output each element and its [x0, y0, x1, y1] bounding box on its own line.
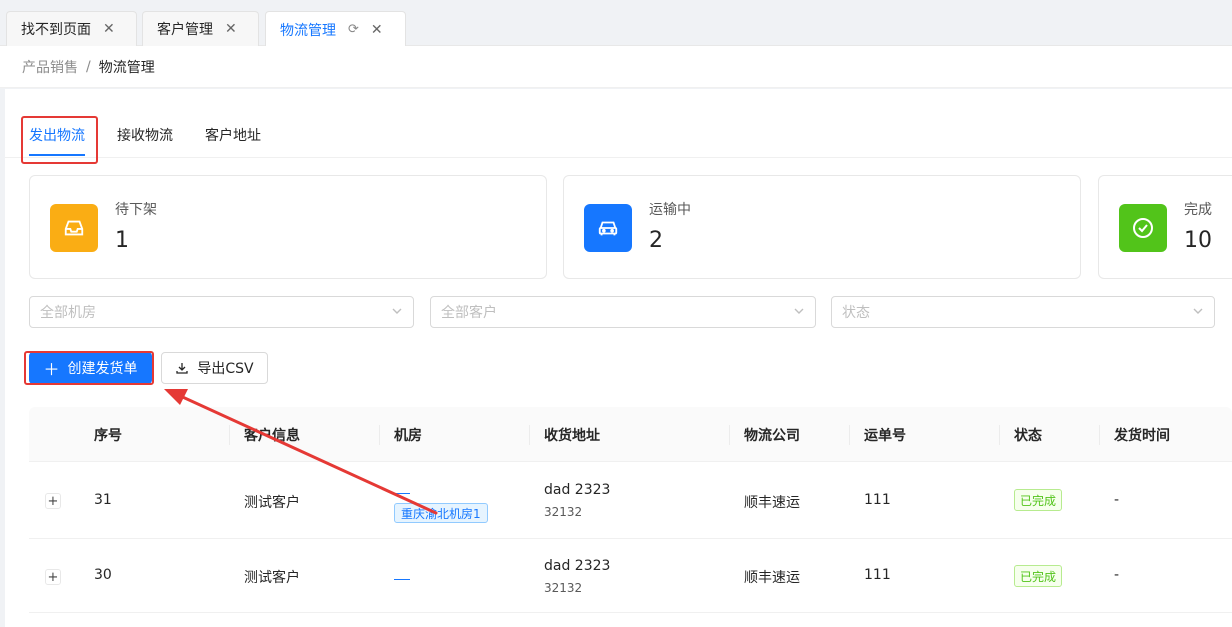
row-address-sub: 32132	[544, 505, 583, 519]
breadcrumb-separator: /	[86, 58, 91, 75]
row-tracking: 111	[864, 492, 891, 508]
expand-row-button[interactable]: +	[45, 569, 61, 585]
row-address: dad 2323	[544, 482, 611, 498]
refresh-icon[interactable]: ⟳	[348, 22, 359, 37]
status-badge: 已完成	[1014, 565, 1063, 587]
annotation-box-create	[24, 351, 154, 385]
row-id: 31	[94, 492, 112, 508]
column-divider	[1099, 425, 1100, 445]
tab-label: 找不到页面	[21, 22, 91, 38]
column-divider	[529, 425, 530, 445]
column-header: 机房	[394, 428, 422, 444]
export-csv-button[interactable]: 导出CSV	[161, 352, 268, 384]
stat-card-pending: 待下架 1	[29, 175, 547, 279]
stat-value: 10	[1184, 228, 1212, 253]
tab-logistics-management[interactable]: 物流管理 ⟳ ✕	[265, 11, 406, 47]
status-select[interactable]: 状态	[831, 296, 1215, 328]
tab-bar: 找不到页面 ✕ 客户管理 ✕ 物流管理 ⟳ ✕	[0, 0, 1232, 47]
main-content: 发出物流 接收物流 客户地址 待下架 1 运输中 2 完成 10 全部机房 全部…	[5, 89, 1232, 627]
export-csv-label: 导出CSV	[197, 361, 254, 377]
breadcrumb-parent[interactable]: 产品销售	[22, 57, 78, 77]
stat-value: 2	[649, 228, 663, 253]
customer-select-placeholder: 全部客户	[441, 305, 497, 321]
sub-tabs: 发出物流 接收物流 客户地址	[5, 115, 1232, 158]
column-divider	[379, 425, 380, 445]
row-tracking: 111	[864, 567, 891, 583]
tab-customer-management[interactable]: 客户管理 ✕	[142, 11, 259, 46]
chevron-down-icon	[391, 305, 403, 321]
row-id: 30	[94, 567, 112, 583]
stat-card-in-transit: 运输中 2	[563, 175, 1081, 279]
stat-card-completed: 完成 10	[1098, 175, 1232, 279]
breadcrumb-current: 物流管理	[98, 59, 155, 76]
close-icon[interactable]: ✕	[103, 21, 115, 37]
expand-row-button[interactable]: +	[45, 493, 61, 509]
download-icon	[176, 363, 189, 374]
row-company: 顺丰速运	[744, 570, 800, 586]
inbox-icon	[50, 204, 98, 252]
status-select-placeholder: 状态	[842, 305, 870, 321]
room-link[interactable]	[394, 579, 410, 580]
room-select-placeholder: 全部机房	[40, 305, 96, 321]
column-header: 物流公司	[744, 428, 800, 444]
tab-label: 客户管理	[157, 22, 213, 38]
column-header: 序号	[94, 428, 122, 444]
column-header: 收货地址	[544, 428, 600, 444]
table-header: 序号 客户信息 机房 收货地址 物流公司 运单号 状态 发货时间	[29, 407, 1232, 462]
row-customer: 测试客户	[244, 495, 300, 511]
status-badge: 已完成	[1014, 489, 1063, 511]
column-divider	[849, 425, 850, 445]
column-header: 状态	[1014, 428, 1042, 444]
row-ship-time: -	[1114, 567, 1120, 583]
table-row: + 31 测试客户 重庆渝北机房1 dad 2323 32132 顺丰速运 11…	[29, 462, 1232, 539]
room-link[interactable]	[394, 493, 410, 494]
row-ship-time: -	[1114, 492, 1120, 508]
table-row: + 30 测试客户 dad 2323 32132 顺丰速运 111 已完成 -	[29, 539, 1232, 613]
tab-label: 物流管理	[280, 22, 336, 39]
chevron-down-icon	[1192, 305, 1204, 321]
check-circle-icon	[1119, 204, 1167, 252]
chevron-down-icon	[793, 305, 805, 321]
tab-inbound-logistics[interactable]: 接收物流	[117, 125, 173, 145]
room-select[interactable]: 全部机房	[29, 296, 414, 328]
row-customer: 测试客户	[244, 570, 300, 586]
customer-select[interactable]: 全部客户	[430, 296, 816, 328]
column-divider	[999, 425, 1000, 445]
tab-not-found[interactable]: 找不到页面 ✕	[6, 11, 137, 46]
annotation-box-subtab	[21, 116, 98, 164]
stat-value: 1	[115, 228, 129, 253]
stat-label: 运输中	[649, 202, 691, 218]
column-divider	[729, 425, 730, 445]
close-icon[interactable]: ✕	[225, 21, 237, 37]
row-company: 顺丰速运	[744, 495, 800, 511]
row-address: dad 2323	[544, 558, 611, 574]
stat-label: 待下架	[115, 202, 157, 218]
close-icon[interactable]: ✕	[371, 22, 383, 38]
row-address-sub: 32132	[544, 581, 583, 595]
breadcrumb: 产品销售 / 物流管理	[0, 46, 1232, 88]
room-tag: 重庆渝北机房1	[394, 503, 488, 523]
column-divider	[229, 425, 230, 445]
column-header: 客户信息	[244, 428, 300, 444]
tab-customer-address[interactable]: 客户地址	[205, 125, 261, 145]
stat-label: 完成	[1184, 202, 1212, 218]
column-header: 运单号	[864, 428, 906, 444]
car-icon	[584, 204, 632, 252]
column-header: 发货时间	[1114, 428, 1170, 444]
